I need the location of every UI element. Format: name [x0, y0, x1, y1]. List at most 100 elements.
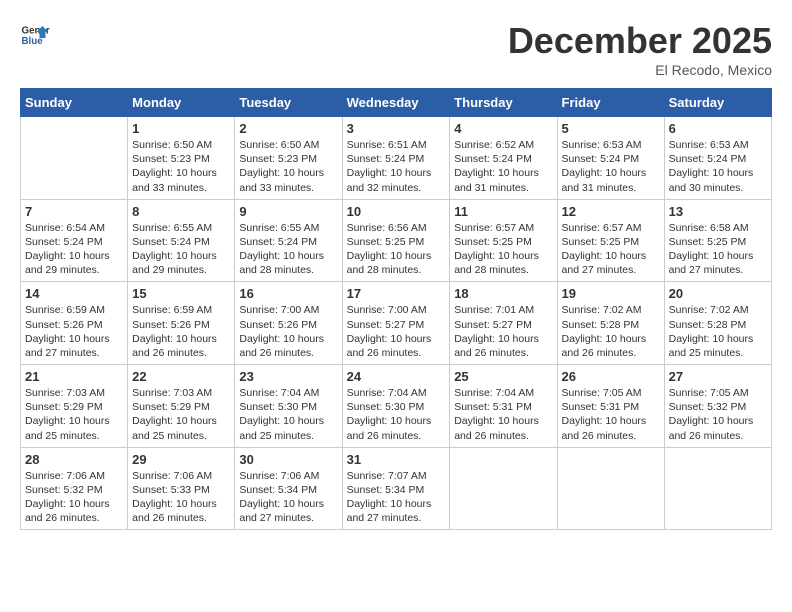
day-header-friday: Friday — [557, 89, 664, 117]
calendar-cell: 4Sunrise: 6:52 AM Sunset: 5:24 PM Daylig… — [450, 117, 557, 200]
day-number: 23 — [239, 369, 337, 384]
day-number: 10 — [347, 204, 446, 219]
day-info: Sunrise: 7:06 AM Sunset: 5:32 PM Dayligh… — [25, 469, 123, 526]
calendar-cell: 31 Sunrise: 7:07 AM Sunset: 5:34 PM Dayli… — [342, 447, 450, 530]
day-number: 24 — [347, 369, 446, 384]
calendar-cell: 21Sunrise: 7:03 AM Sunset: 5:29 PM Dayli… — [21, 365, 128, 448]
calendar-cell: 28 Sunrise: 7:06 AM Sunset: 5:32 PM Dayli… — [21, 447, 128, 530]
day-info: Sunrise: 6:55 AM Sunset: 5:24 PM Dayligh… — [239, 221, 337, 278]
day-info: Sunrise: 7:01 AM Sunset: 5:27 PM Dayligh… — [454, 303, 552, 360]
day-number: 8 — [132, 204, 230, 219]
day-info: Sunrise: 6:55 AM Sunset: 5:24 PM Dayligh… — [132, 221, 230, 278]
day-info: Sunrise: 6:56 AM Sunset: 5:25 PM Dayligh… — [347, 221, 446, 278]
day-number: 2 — [239, 121, 337, 136]
month-title: December 2025 — [508, 20, 772, 62]
day-header-tuesday: Tuesday — [235, 89, 342, 117]
calendar-cell: 22Sunrise: 7:03 AM Sunset: 5:29 PM Dayli… — [128, 365, 235, 448]
day-info: Sunrise: 6:57 AM Sunset: 5:25 PM Dayligh… — [562, 221, 660, 278]
calendar-week-row: 21 Sunrise: 7:03 AM Sunset: 5:29 PM Dayli… — [21, 365, 772, 448]
day-info: Sunrise: 7:04 AM Sunset: 5:31 PM Dayligh… — [454, 386, 552, 443]
day-number: 29 — [132, 452, 230, 467]
day-info: Sunrise: 7:04 AM Sunset: 5:30 PM Dayligh… — [347, 386, 446, 443]
day-info: Sunrise: 7:06 AM Sunset: 5:33 PM Dayligh… — [132, 469, 230, 526]
calendar-week-row: 1 Sunrise: 6:50 AM Sunset: 5:23 PM Daylig… — [21, 117, 772, 200]
calendar-cell: 30 Sunrise: 7:06 AM Sunset: 5:34 PM Dayli… — [235, 447, 342, 530]
calendar-cell: 20 Sunrise: 7:02 AM Sunset: 5:28 PM Dayli… — [664, 282, 771, 365]
day-info: Sunrise: 7:03 AM Sunset: 5:29 PM Dayligh… — [132, 386, 230, 443]
day-header-sunday: Sunday — [21, 89, 128, 117]
calendar-cell: 17 Sunrise: 7:00 AM Sunset: 5:27 PM Dayli… — [342, 282, 450, 365]
day-info: Sunrise: 7:02 AM Sunset: 5:28 PM Dayligh… — [562, 303, 660, 360]
day-number: 18 — [454, 286, 552, 301]
calendar-cell: 3 Sunrise: 6:51 AM Sunset: 5:24 PM Daylig… — [342, 117, 450, 200]
day-info: Sunrise: 7:00 AM Sunset: 5:27 PM Dayligh… — [347, 303, 446, 360]
day-info: Sunrise: 7:06 AM Sunset: 5:34 PM Dayligh… — [239, 469, 337, 526]
day-number: 1 — [132, 121, 230, 136]
calendar-cell: 24 Sunrise: 7:04 AM Sunset: 5:30 PM Dayli… — [342, 365, 450, 448]
calendar-cell: 27 Sunrise: 7:05 AM Sunset: 5:32 PM Dayli… — [664, 365, 771, 448]
day-number: 21 — [25, 369, 123, 384]
calendar-cell: 29 Sunrise: 7:06 AM Sunset: 5:33 PM Dayli… — [128, 447, 235, 530]
day-info: Sunrise: 7:05 AM Sunset: 5:31 PM Dayligh… — [562, 386, 660, 443]
day-number: 13 — [669, 204, 767, 219]
day-number: 28 — [25, 452, 123, 467]
day-number: 26 — [562, 369, 660, 384]
calendar-cell — [21, 117, 128, 200]
calendar-cell: 2 Sunrise: 6:50 AM Sunset: 5:23 PM Daylig… — [235, 117, 342, 200]
calendar-cell: 23Sunrise: 7:04 AM Sunset: 5:30 PM Dayli… — [235, 365, 342, 448]
day-number: 16 — [239, 286, 337, 301]
calendar-cell: 26 Sunrise: 7:05 AM Sunset: 5:31 PM Dayli… — [557, 365, 664, 448]
day-number: 25 — [454, 369, 552, 384]
day-info: Sunrise: 6:50 AM Sunset: 5:23 PM Dayligh… — [132, 138, 230, 195]
day-info: Sunrise: 7:00 AM Sunset: 5:26 PM Dayligh… — [239, 303, 337, 360]
day-number: 6 — [669, 121, 767, 136]
calendar-cell: 9 Sunrise: 6:55 AM Sunset: 5:24 PM Daylig… — [235, 199, 342, 282]
day-number: 11 — [454, 204, 552, 219]
day-number: 7 — [25, 204, 123, 219]
calendar-cell: 13 Sunrise: 6:58 AM Sunset: 5:25 PM Dayli… — [664, 199, 771, 282]
calendar-cell: 14Sunrise: 6:59 AM Sunset: 5:26 PM Dayli… — [21, 282, 128, 365]
day-info: Sunrise: 6:58 AM Sunset: 5:25 PM Dayligh… — [669, 221, 767, 278]
calendar-cell: 7Sunrise: 6:54 AM Sunset: 5:24 PM Daylig… — [21, 199, 128, 282]
logo: General Blue — [20, 20, 50, 50]
calendar-cell: 6 Sunrise: 6:53 AM Sunset: 5:24 PM Daylig… — [664, 117, 771, 200]
day-number: 3 — [347, 121, 446, 136]
day-info: Sunrise: 6:57 AM Sunset: 5:25 PM Dayligh… — [454, 221, 552, 278]
calendar-cell: 15 Sunrise: 6:59 AM Sunset: 5:26 PM Dayli… — [128, 282, 235, 365]
page-header: General Blue December 2025 El Recodo, Me… — [20, 20, 772, 78]
day-header-monday: Monday — [128, 89, 235, 117]
day-number: 31 — [347, 452, 446, 467]
title-block: December 2025 El Recodo, Mexico — [508, 20, 772, 78]
calendar-cell: 25 Sunrise: 7:04 AM Sunset: 5:31 PM Dayli… — [450, 365, 557, 448]
day-header-saturday: Saturday — [664, 89, 771, 117]
calendar-cell: 8 Sunrise: 6:55 AM Sunset: 5:24 PM Daylig… — [128, 199, 235, 282]
day-number: 12 — [562, 204, 660, 219]
calendar-week-row: 14Sunrise: 6:59 AM Sunset: 5:26 PM Dayli… — [21, 282, 772, 365]
day-number: 4 — [454, 121, 552, 136]
day-number: 17 — [347, 286, 446, 301]
day-info: Sunrise: 7:07 AM Sunset: 5:34 PM Dayligh… — [347, 469, 446, 526]
day-info: Sunrise: 6:51 AM Sunset: 5:24 PM Dayligh… — [347, 138, 446, 195]
day-number: 30 — [239, 452, 337, 467]
day-number: 20 — [669, 286, 767, 301]
calendar-cell: 19Sunrise: 7:02 AM Sunset: 5:28 PM Dayli… — [557, 282, 664, 365]
calendar-cell: 18 Sunrise: 7:01 AM Sunset: 5:27 PM Dayli… — [450, 282, 557, 365]
day-info: Sunrise: 7:05 AM Sunset: 5:32 PM Dayligh… — [669, 386, 767, 443]
calendar-cell: 12 Sunrise: 6:57 AM Sunset: 5:25 PM Dayli… — [557, 199, 664, 282]
day-info: Sunrise: 6:59 AM Sunset: 5:26 PM Dayligh… — [25, 303, 123, 360]
day-number: 9 — [239, 204, 337, 219]
day-info: Sunrise: 6:50 AM Sunset: 5:23 PM Dayligh… — [239, 138, 337, 195]
calendar-cell — [450, 447, 557, 530]
day-info: Sunrise: 6:59 AM Sunset: 5:26 PM Dayligh… — [132, 303, 230, 360]
calendar-cell — [557, 447, 664, 530]
day-number: 15 — [132, 286, 230, 301]
day-info: Sunrise: 7:02 AM Sunset: 5:28 PM Dayligh… — [669, 303, 767, 360]
day-header-thursday: Thursday — [450, 89, 557, 117]
calendar-table: SundayMondayTuesdayWednesdayThursdayFrid… — [20, 88, 772, 530]
calendar-week-row: 28 Sunrise: 7:06 AM Sunset: 5:32 PM Dayli… — [21, 447, 772, 530]
day-info: Sunrise: 6:53 AM Sunset: 5:24 PM Dayligh… — [669, 138, 767, 195]
day-number: 27 — [669, 369, 767, 384]
calendar-cell: 16 Sunrise: 7:00 AM Sunset: 5:26 PM Dayli… — [235, 282, 342, 365]
calendar-week-row: 7Sunrise: 6:54 AM Sunset: 5:24 PM Daylig… — [21, 199, 772, 282]
logo-icon: General Blue — [20, 20, 50, 50]
